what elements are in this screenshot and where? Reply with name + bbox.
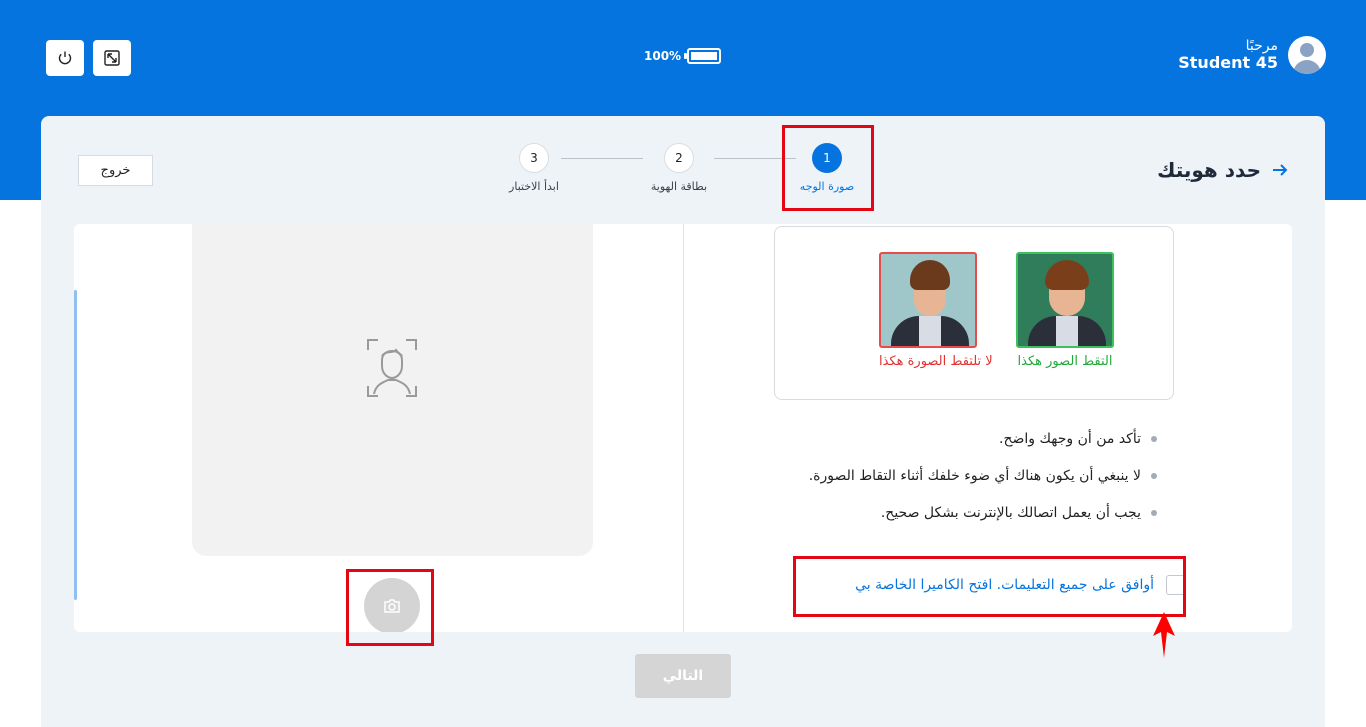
list-item: لا ينبغي أن يكون هناك أي ضوء خلفك أثناء … bbox=[737, 457, 1157, 494]
step-label: بطاقة الهوية bbox=[650, 180, 708, 193]
page-title: حدد هويتك bbox=[1157, 158, 1289, 182]
page-title-text: حدد هويتك bbox=[1157, 158, 1261, 182]
instruction-text: يجب أن يعمل اتصالك بالإنترنت بشكل صحيح. bbox=[880, 504, 1141, 521]
bullet bbox=[1151, 509, 1157, 516]
battery-level: 100% bbox=[644, 49, 682, 63]
step-start-exam: 3 ابدأ الاختبار bbox=[484, 143, 584, 193]
exit-fullscreen-icon bbox=[104, 50, 120, 66]
user-block: مرحبًا Student 45 bbox=[1178, 36, 1326, 74]
red-arrow-icon bbox=[1153, 612, 1175, 658]
battery-indicator: 100% bbox=[644, 48, 722, 64]
bad-example-photo bbox=[879, 252, 977, 348]
list-item: يجب أن يعمل اتصالك بالإنترنت بشكل صحيح. bbox=[737, 494, 1157, 531]
photo-examples: التقط الصور هكذا لا تلتقط الصورة هكذا bbox=[774, 226, 1174, 400]
highlight-box bbox=[782, 125, 874, 211]
panel-divider bbox=[683, 224, 684, 632]
step-number: 3 bbox=[519, 143, 549, 173]
camera-preview bbox=[192, 224, 593, 556]
greeting: مرحبًا bbox=[1245, 37, 1278, 54]
power-button[interactable] bbox=[46, 40, 84, 76]
bad-example-label: لا تلتقط الصورة هكذا bbox=[879, 354, 993, 369]
next-button[interactable]: التالي bbox=[635, 654, 731, 698]
arrow-right-icon[interactable] bbox=[1271, 161, 1289, 179]
face-scan-icon bbox=[367, 339, 417, 397]
bullet bbox=[1151, 435, 1157, 442]
battery-icon bbox=[684, 48, 722, 64]
avatar bbox=[1288, 36, 1326, 74]
step-number: 2 bbox=[664, 143, 694, 173]
instruction-text: تأكد من أن وجهك واضح. bbox=[999, 430, 1141, 447]
exit-button[interactable]: خروج bbox=[78, 155, 153, 186]
good-example-label: التقط الصور هكذا bbox=[1017, 354, 1113, 369]
fullscreen-button[interactable] bbox=[93, 40, 131, 76]
identity-card: حدد هويتك خروج 1 صورة الوجه 2 بطاقة الهو… bbox=[41, 116, 1325, 727]
good-example: التقط الصور هكذا bbox=[1016, 252, 1114, 369]
highlight-box bbox=[793, 556, 1186, 617]
good-example-photo bbox=[1016, 252, 1114, 348]
list-item: تأكد من أن وجهك واضح. bbox=[737, 420, 1157, 457]
instructions-list: تأكد من أن وجهك واضح. لا ينبغي أن يكون ه… bbox=[737, 420, 1157, 531]
power-icon bbox=[58, 51, 72, 65]
scrollbar[interactable] bbox=[74, 290, 77, 600]
bullet bbox=[1151, 472, 1157, 479]
highlight-box bbox=[346, 569, 434, 646]
step-id-card: 2 بطاقة الهوية bbox=[629, 143, 729, 193]
instruction-text: لا ينبغي أن يكون هناك أي ضوء خلفك أثناء … bbox=[808, 467, 1141, 484]
username: Student 45 bbox=[1178, 52, 1278, 72]
bad-example: لا تلتقط الصورة هكذا bbox=[879, 252, 993, 369]
step-label: ابدأ الاختبار bbox=[509, 180, 559, 193]
